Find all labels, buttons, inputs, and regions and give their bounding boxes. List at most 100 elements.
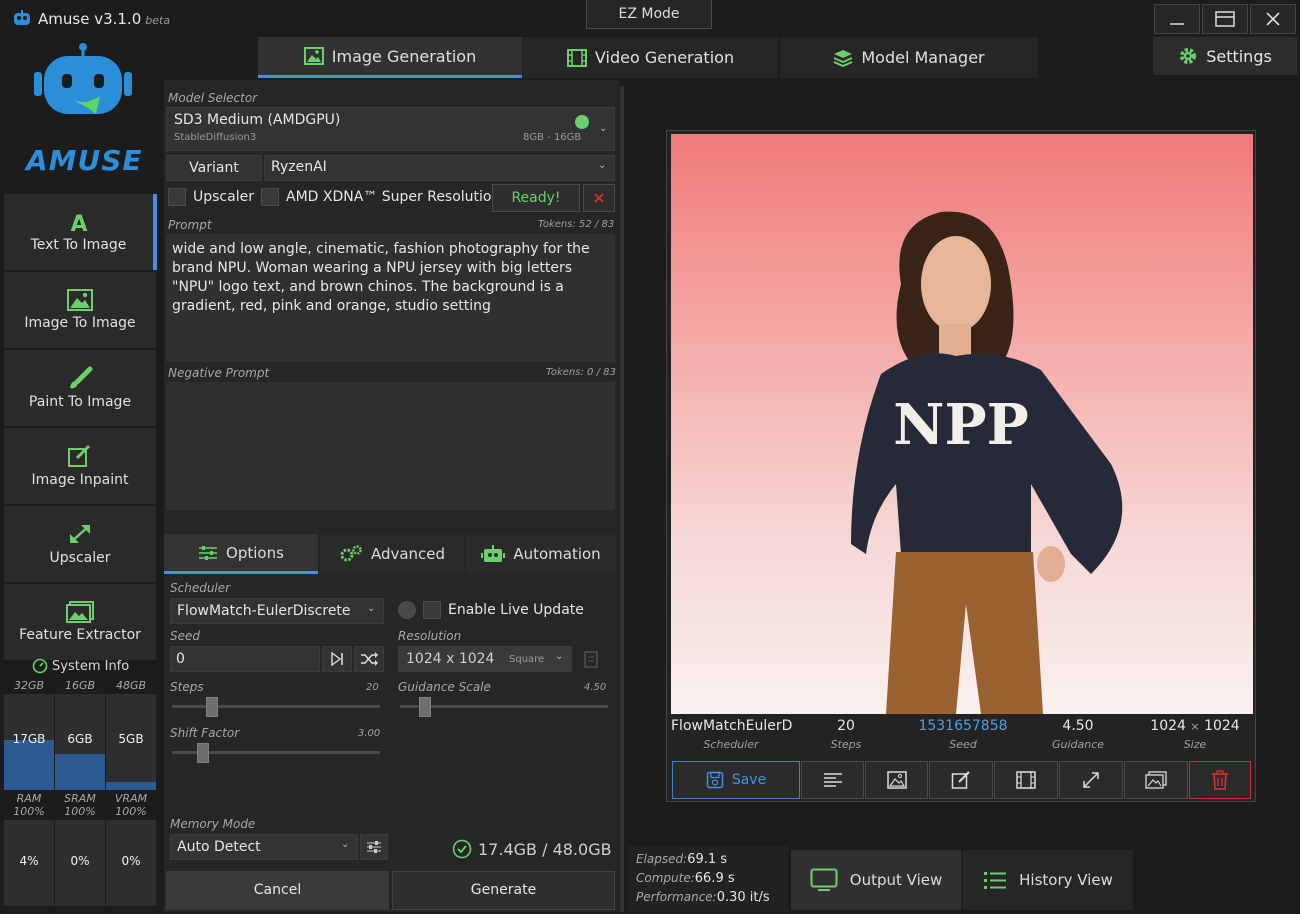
logo-text: AMUSE xyxy=(26,144,143,177)
output-size-height: 1024 xyxy=(1204,718,1240,734)
brush-icon xyxy=(70,366,93,389)
app-title: Amuse v3.1.0 beta xyxy=(38,10,171,28)
model-memory: 8GB - 16GB xyxy=(523,132,582,143)
chevron-down-icon: ⌄ xyxy=(598,160,607,171)
model-name: SD3 Medium (AMDGPU) xyxy=(174,112,341,128)
output-view-button[interactable]: Output View xyxy=(791,850,961,910)
meter-fill xyxy=(4,740,54,790)
elapsed-row: Elapsed:69.1 s xyxy=(636,852,727,867)
memory-mode-label: Memory Mode xyxy=(170,817,256,831)
ez-mode-button[interactable]: EZ Mode xyxy=(586,0,712,29)
list-icon xyxy=(984,872,1007,889)
sidebar-item-upscaler[interactable]: Upscaler xyxy=(4,506,156,582)
meter-value: 6GB xyxy=(67,732,93,746)
meter-name: VRAM xyxy=(114,792,148,805)
close-window-button[interactable] xyxy=(1250,4,1296,34)
cancel-button[interactable]: Cancel xyxy=(166,871,389,910)
scheduler-select[interactable]: FlowMatch-EulerDiscrete ⌄ xyxy=(170,598,384,624)
guidance-slider[interactable] xyxy=(400,705,608,708)
meter-vram: 48GB 5GB VRAM 100% 0% xyxy=(106,679,156,906)
meter-percent: 100% xyxy=(64,805,96,818)
tab-options[interactable]: Options xyxy=(164,534,318,574)
live-update-checkbox[interactable] xyxy=(423,601,441,619)
output-size-width: 1024 xyxy=(1150,718,1186,734)
chevron-down-icon: ⌄ xyxy=(367,603,376,614)
resolution-mode: Square xyxy=(509,654,545,665)
meter-percent: 100% xyxy=(13,805,45,818)
memory-mode-select[interactable]: Auto Detect ⌄ xyxy=(170,834,358,860)
negative-prompt-textarea[interactable] xyxy=(166,382,615,510)
save-button[interactable]: Save xyxy=(672,761,800,799)
sidebar-item-paint-to-image[interactable]: Paint To Image xyxy=(4,350,156,426)
sidebar-item-feature-extractor[interactable]: Feature Extractor xyxy=(4,584,156,660)
unload-model-button[interactable] xyxy=(583,184,615,212)
tab-advanced[interactable]: Advanced xyxy=(320,534,464,574)
sidebar-item-label: Paint To Image xyxy=(28,394,132,410)
steps-value: 20 xyxy=(366,682,379,693)
seed-random-button[interactable] xyxy=(354,646,384,672)
guidance-slider-thumb[interactable] xyxy=(418,697,431,717)
sidebar-item-image-to-image[interactable]: Image To Image xyxy=(4,272,156,348)
generated-image[interactable]: NPP xyxy=(671,134,1253,714)
sidebar-item-image-inpaint[interactable]: Image Inpaint xyxy=(4,428,156,504)
resolution-label: Resolution xyxy=(398,629,462,643)
variant-label: Variant xyxy=(166,155,262,181)
seed-reuse-button[interactable] xyxy=(322,646,352,672)
seed-input[interactable]: 0 xyxy=(170,646,320,672)
prompt-textarea[interactable]: wide and low angle, cinematic, fashion p… xyxy=(166,234,615,362)
jersey-text: NPP xyxy=(893,392,1028,458)
memory-meters: 32GB 17GB RAM 100% 4% 16GB 6GB SRAM 100%… xyxy=(4,679,156,906)
generate-button[interactable]: Generate xyxy=(392,871,615,910)
prompt-tokens: Tokens: 52 / 83 xyxy=(538,219,615,230)
settings-button[interactable]: Settings xyxy=(1153,37,1297,75)
output-guidance-label: Guidance xyxy=(1051,738,1105,751)
history-view-button[interactable]: History View xyxy=(963,850,1133,910)
delete-button[interactable] xyxy=(1189,761,1251,799)
tab-automation[interactable]: Automation xyxy=(466,534,616,574)
expand-icon xyxy=(70,525,90,543)
tab-video-generation[interactable]: Video Generation xyxy=(523,37,778,78)
steps-slider[interactable] xyxy=(172,705,380,708)
resolution-lock-icon[interactable] xyxy=(584,650,598,668)
meter-capacity: 16GB xyxy=(64,679,96,692)
gear-icon xyxy=(1180,48,1197,64)
film-icon xyxy=(1016,771,1036,789)
seed-label: Seed xyxy=(170,629,200,643)
edit-icon xyxy=(68,444,91,467)
memory-settings-button[interactable] xyxy=(360,834,388,860)
sliders-icon xyxy=(367,841,381,853)
model-selector-label: Model Selector xyxy=(168,91,258,105)
model-selector[interactable]: SD3 Medium (AMDGPU) StableDiffusion3 8GB… xyxy=(166,107,615,151)
send-to-inpaint-button[interactable] xyxy=(929,761,993,799)
meter-value: 17GB xyxy=(12,732,46,746)
upscaler-checkbox[interactable] xyxy=(168,188,186,206)
ready-button[interactable]: Ready! xyxy=(492,184,580,212)
steps-label: Steps xyxy=(170,680,204,694)
sidebar-item-text-to-image[interactable]: A Text To Image xyxy=(4,194,157,270)
send-to-upscaler-button[interactable] xyxy=(1059,761,1123,799)
send-to-video-button[interactable] xyxy=(994,761,1058,799)
panel-splitter[interactable] xyxy=(620,86,624,912)
send-to-feature-extractor-button[interactable] xyxy=(1124,761,1188,799)
copy-prompt-button[interactable] xyxy=(801,761,864,799)
chevron-down-icon: ⌄ xyxy=(341,839,350,850)
shift-factor-slider-thumb[interactable] xyxy=(197,743,210,763)
resolution-select[interactable]: 1024 x 1024 Square ⌄ xyxy=(398,646,572,672)
steps-slider-thumb[interactable] xyxy=(205,697,218,717)
meter-ram: 32GB 17GB RAM 100% 4% xyxy=(4,679,54,906)
feature-image-icon xyxy=(66,601,94,623)
variant-select[interactable]: RyzenAI ⌄ xyxy=(264,155,615,181)
minimize-button[interactable] xyxy=(1154,4,1200,34)
maximize-button[interactable] xyxy=(1202,4,1248,34)
image-icon xyxy=(303,47,324,65)
send-to-image-button[interactable] xyxy=(865,761,928,799)
output-seed[interactable]: 1531657858 xyxy=(908,718,1018,734)
system-info-header: System Info xyxy=(32,658,129,674)
expand-icon xyxy=(1083,772,1099,788)
svg-text:A: A xyxy=(70,212,87,233)
tab-image-generation[interactable]: Image Generation xyxy=(258,37,522,78)
history-view-label: History View xyxy=(1019,871,1113,889)
meter-percent: 100% xyxy=(115,805,147,818)
tab-model-manager[interactable]: Model Manager xyxy=(780,37,1038,78)
xdna-checkbox[interactable] xyxy=(261,188,279,206)
